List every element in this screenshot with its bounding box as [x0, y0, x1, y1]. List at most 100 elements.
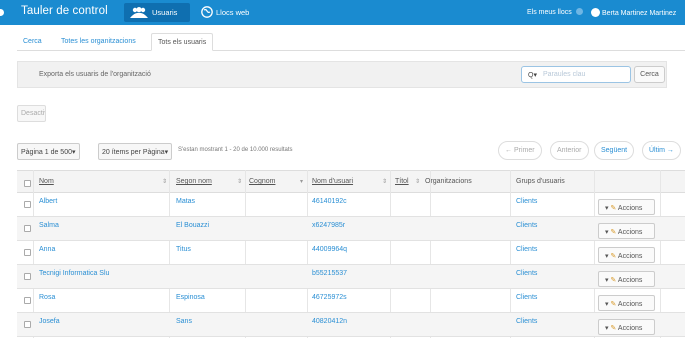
row-checkbox[interactable] [24, 273, 31, 280]
actions-button[interactable]: ▾ ✎ Accions [598, 295, 655, 311]
cell-name[interactable]: Albert [39, 198, 57, 205]
actions-button[interactable]: ▾ ✎ Accions [598, 199, 655, 215]
items-per-page-label: 20 ítems per Pàgina [102, 149, 165, 156]
cell-middle-name[interactable]: El Bouazzi [176, 222, 209, 229]
sort-icon: ⇕ [162, 179, 168, 185]
cell-name[interactable]: Tecnigi Informatica Slu [39, 270, 109, 277]
pencil-icon: ✎ [610, 325, 617, 332]
cell-screen-name[interactable]: 40820412n [312, 318, 347, 325]
tab-all-users[interactable]: Tots els usuaris [151, 33, 214, 51]
actions-button[interactable]: ▾ ✎ Accions [598, 247, 655, 263]
column-header-last-name[interactable]: Cognom [249, 178, 275, 185]
user-name: Berta Martinez Martinez [602, 10, 677, 17]
row-checkbox[interactable] [24, 225, 31, 232]
nav-users-label: Usuaris [152, 8, 178, 17]
pencil-icon: ✎ [610, 301, 617, 308]
my-sites-label: Els meus llocs [527, 9, 572, 16]
cell-screen-name[interactable]: 46725972s [312, 294, 347, 301]
column-header-screen-name[interactable]: Nom d'usuari [312, 178, 353, 185]
actions-label: Accions [617, 325, 643, 332]
search-input[interactable]: Q▾ Paraules clau [521, 66, 631, 83]
sort-icon: ⇕ [415, 179, 421, 185]
cell-name[interactable]: Anna [39, 246, 55, 253]
sort-icon: ⇕ [237, 179, 243, 185]
cell-user-groups[interactable]: Clients [516, 198, 537, 205]
cell-user-groups[interactable]: Clients [516, 294, 537, 301]
caret-down-icon: ▾ [164, 149, 169, 156]
menu-toggle-icon[interactable] [0, 9, 4, 16]
table-row: Albert Matas 46140192c Clients ▾ ✎ Accio… [17, 193, 685, 217]
table-row: Rosa Espinosa 46725972s Clients ▾ ✎ Acci… [17, 289, 685, 313]
actions-button[interactable]: ▾ ✎ Accions [598, 223, 655, 239]
cell-middle-name[interactable]: Matas [176, 198, 195, 205]
column-header-middle-name[interactable]: Segon nom [176, 178, 212, 185]
actions-button[interactable]: ▾ ✎ Accions [598, 319, 655, 335]
previous-page-button[interactable]: Anterior [550, 141, 589, 160]
nav-web-label: Llocs web [216, 8, 250, 17]
column-header-organizations: Organitzacions [425, 178, 472, 185]
table-row: Tecnigi Informatica Slu b55215537 Client… [17, 265, 685, 289]
my-sites-menu[interactable]: Els meus llocs [527, 8, 583, 16]
brand-title[interactable]: Tauler de control [21, 5, 108, 17]
sort-icon: ⇕ [382, 179, 388, 185]
avatar [591, 8, 600, 17]
table-row: Josefa Sans 40820412n Clients ▾ ✎ Accion… [17, 313, 685, 337]
actions-button[interactable]: ▾ ✎ Accions [598, 271, 655, 287]
table-row: Anna Titus 44009964q Clients ▾ ✎ Accions [17, 241, 685, 265]
tab-all-organizations[interactable]: Totes les organitzacions [55, 33, 142, 51]
pencil-icon: ✎ [610, 253, 617, 260]
cell-middle-name[interactable]: Sans [176, 318, 192, 325]
column-header-name[interactable]: Nom [39, 178, 54, 185]
users-icon [130, 7, 148, 20]
actions-label: Accions [617, 301, 643, 308]
row-checkbox[interactable] [24, 201, 31, 208]
cell-screen-name[interactable]: 44009964q [312, 246, 347, 253]
actions-label: Accions [617, 277, 643, 284]
cell-user-groups[interactable]: Clients [516, 222, 537, 229]
chevron-down-icon [575, 8, 583, 15]
cell-name[interactable]: Salma [39, 222, 59, 229]
results-count: S'estan mostrant 1 - 20 de 10.000 result… [178, 147, 293, 153]
actions-label: Accions [617, 205, 643, 212]
search-placeholder: Paraules clau [543, 71, 586, 78]
top-bar: Tauler de control Usuaris Llocs web Els … [0, 0, 685, 25]
cell-name[interactable]: Josefa [39, 318, 60, 325]
caret-down-icon: ▾ [72, 149, 76, 156]
actions-label: Accions [617, 253, 643, 260]
row-checkbox[interactable] [24, 249, 31, 256]
table-row: Salma El Bouazzi x6247985r Clients ▾ ✎ A… [17, 217, 685, 241]
sort-desc-icon: ▾ [300, 179, 304, 185]
search-icon: Q▾ [528, 72, 537, 79]
deactivate-button[interactable]: Desactivat [17, 105, 46, 122]
user-menu[interactable]: Berta Martinez Martinez [591, 8, 676, 17]
next-page-button[interactable]: Següent [594, 141, 635, 160]
actions-label: Accions [617, 229, 643, 236]
cell-screen-name[interactable]: b55215537 [312, 270, 347, 277]
select-all-checkbox[interactable] [24, 180, 31, 187]
cell-user-groups[interactable]: Clients [516, 246, 537, 253]
nav-users[interactable]: Usuaris [124, 3, 190, 22]
cell-middle-name[interactable]: Espinosa [176, 294, 205, 301]
export-bar: Exporta els usuaris de l'organització Q▾… [17, 61, 667, 88]
row-checkbox[interactable] [24, 297, 31, 304]
cell-user-groups[interactable]: Clients [516, 270, 537, 277]
pencil-icon: ✎ [610, 205, 617, 212]
tab-search[interactable]: Cerca [17, 33, 48, 51]
globe-icon [201, 6, 213, 20]
table-header: Nom ⇕ Segon nom ⇕ Cognom ▾ Nom d'usuari … [17, 170, 685, 193]
row-checkbox[interactable] [24, 321, 31, 328]
cell-screen-name[interactable]: 46140192c [312, 198, 347, 205]
pencil-icon: ✎ [610, 277, 617, 284]
export-users-link[interactable]: Exporta els usuaris de l'organització [39, 71, 151, 78]
cell-name[interactable]: Rosa [39, 294, 55, 301]
first-page-button[interactable]: ← Primer [498, 141, 542, 160]
last-page-button[interactable]: Últim → [642, 141, 681, 160]
page-select-button[interactable]: Pàgina 1 de 500▾ [17, 143, 80, 160]
column-header-title[interactable]: Títol [395, 178, 409, 185]
cell-middle-name[interactable]: Titus [176, 246, 191, 253]
column-header-user-groups: Grups d'usuaris [516, 178, 565, 185]
search-button[interactable]: Cerca [634, 66, 665, 83]
cell-user-groups[interactable]: Clients [516, 318, 537, 325]
items-per-page-button[interactable]: 20 ítems per Pàgina▾ [98, 143, 173, 160]
cell-screen-name[interactable]: x6247985r [312, 222, 345, 229]
